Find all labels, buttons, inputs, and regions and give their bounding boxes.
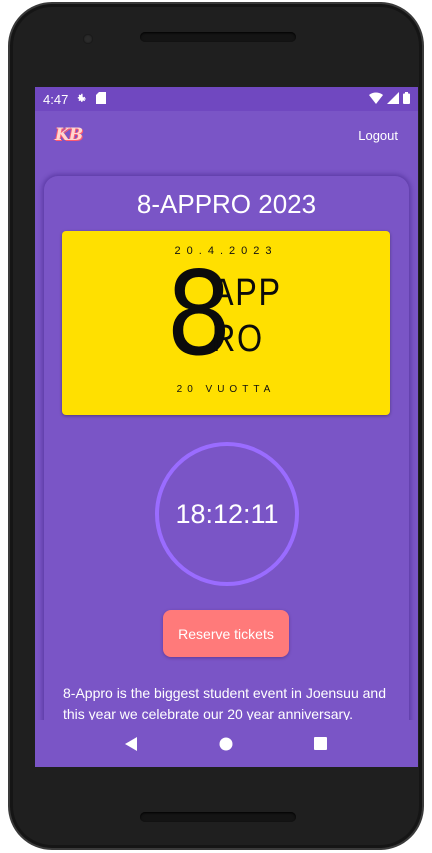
status-time: 4:47 — [43, 91, 69, 107]
battery-icon — [403, 91, 410, 107]
event-poster: 20.4.2023 8 APP RO 20 VUOTTA — [62, 231, 390, 415]
poster-line-app: APP — [212, 272, 282, 314]
countdown-timer: 18:12:11 — [155, 442, 299, 586]
back-icon[interactable] — [119, 731, 145, 757]
phone-frame: 4:47 KB Logout 8-APPRO 2023 20.4.2023 8 … — [8, 2, 424, 850]
home-icon[interactable] — [213, 731, 239, 757]
logout-button[interactable]: Logout — [358, 128, 398, 143]
signal-icon — [387, 91, 399, 107]
app-bar: KB Logout — [35, 111, 418, 159]
camera — [83, 34, 93, 44]
event-title: 8-APPRO 2023 — [136, 189, 317, 219]
status-bar: 4:47 — [35, 87, 418, 111]
top-speaker — [140, 32, 296, 42]
recents-icon[interactable] — [308, 731, 334, 757]
poster-subtitle: 20 VUOTTA — [176, 384, 276, 395]
wifi-icon — [369, 91, 383, 107]
navigation-bar — [35, 720, 418, 767]
bottom-speaker — [140, 812, 296, 822]
app-logo[interactable]: KB — [55, 125, 83, 145]
poster-line-ro: RO — [212, 318, 264, 360]
screen: 4:47 KB Logout 8-APPRO 2023 20.4.2023 8 … — [35, 87, 418, 767]
event-description: 8-Appro is the biggest student event in … — [63, 685, 386, 722]
countdown-value: 18:12:11 — [175, 498, 279, 529]
gear-icon — [76, 92, 88, 107]
event-card: 8-APPRO 2023 20.4.2023 8 APP RO 20 VUOTT… — [44, 176, 409, 767]
reserve-tickets-button[interactable]: Reserve tickets — [163, 610, 289, 657]
sd-card-icon — [96, 91, 107, 107]
